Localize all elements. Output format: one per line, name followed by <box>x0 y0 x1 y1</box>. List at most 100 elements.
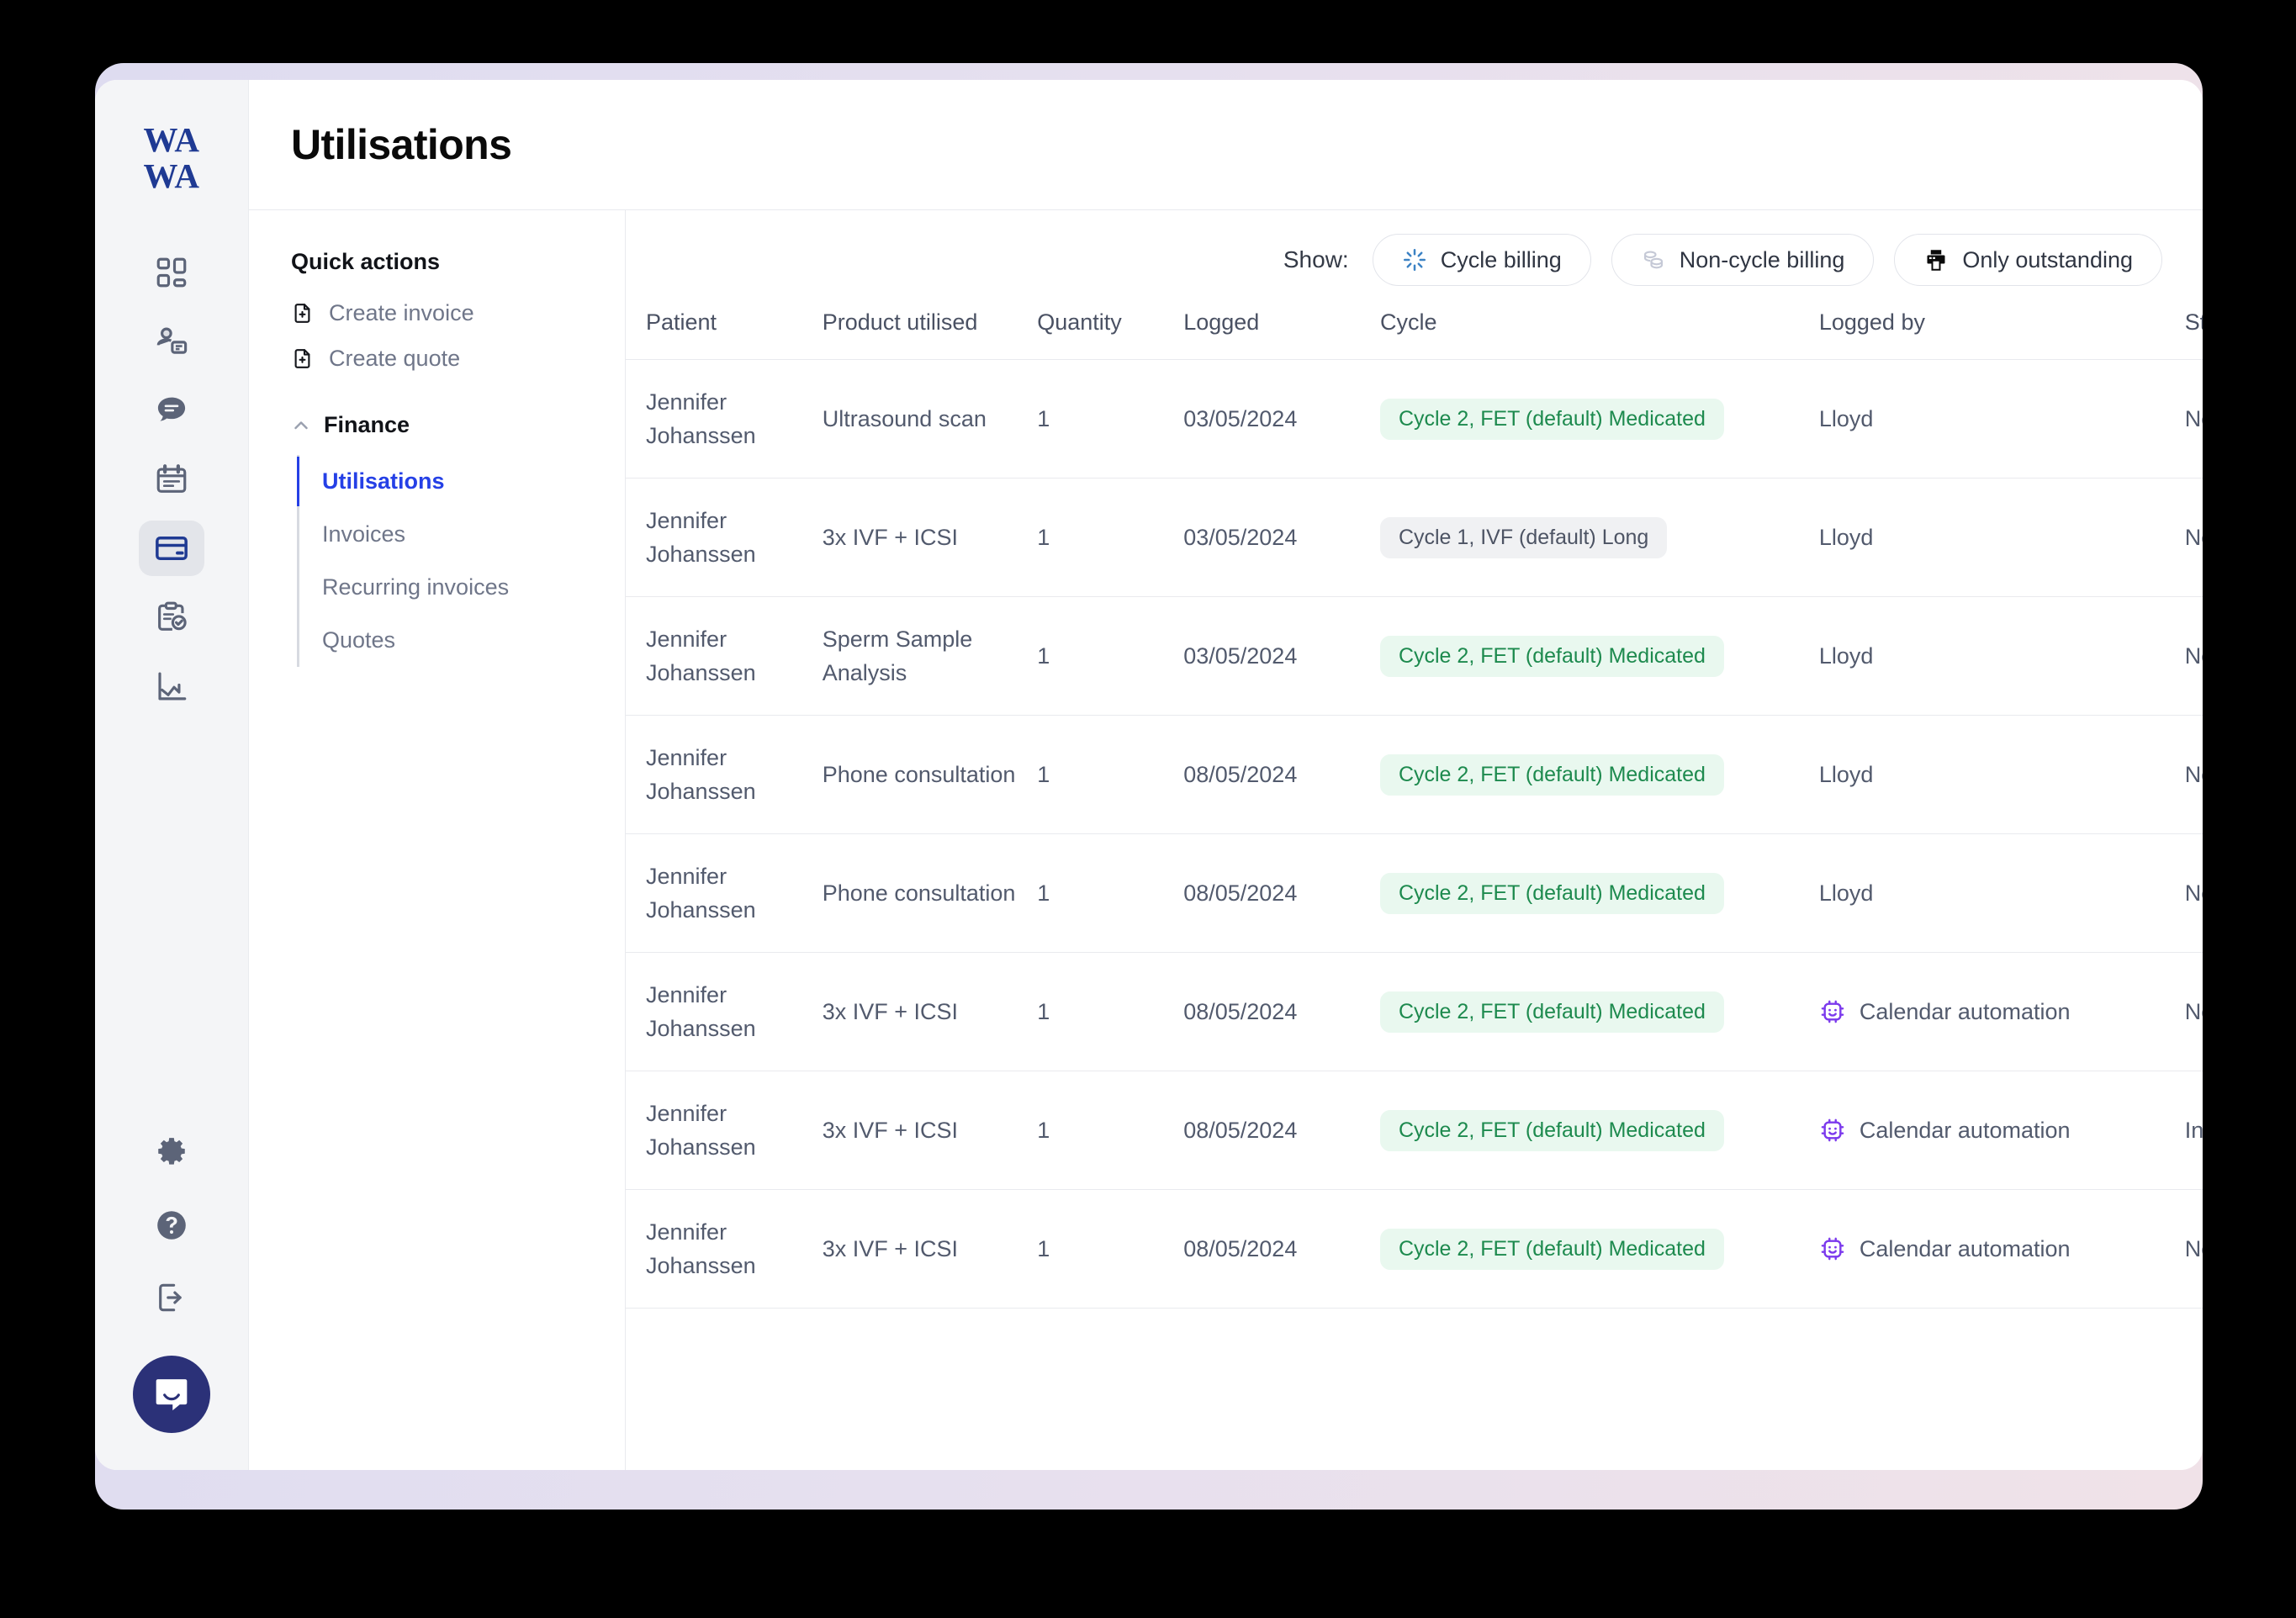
cycle-badge: Cycle 2, FET (default) Medicated <box>1380 1110 1724 1151</box>
cell-quantity: 1 <box>1037 834 1183 953</box>
table-scroll-container[interactable]: Patient Product utilised Quantity Logged… <box>626 309 2203 1470</box>
cell-cycle: Cycle 1, IVF (default) Long <box>1380 479 1819 597</box>
cell-product: 3x IVF + ICSI <box>823 1071 1038 1190</box>
column-header-cycle[interactable]: Cycle <box>1380 309 1819 360</box>
sidebar-item-utilisations[interactable]: Utilisations <box>299 455 625 508</box>
rail-item-messages[interactable] <box>139 383 204 438</box>
cell-product: 3x IVF + ICSI <box>823 479 1038 597</box>
filter-pill-non-cycle-billing[interactable]: Non-cycle billing <box>1611 234 1875 286</box>
cell-status: Not invoiced <box>2185 1190 2203 1309</box>
cell-status: Not invoiced <box>2185 597 2203 716</box>
finance-sub-nav: Utilisations Invoices Recurring invoices… <box>297 455 625 667</box>
cell-logged-by: Calendar automation <box>1819 953 2185 1071</box>
utilisations-table: Patient Product utilised Quantity Logged… <box>626 309 2203 1309</box>
table-row[interactable]: Jennifer Johanssen3x IVF + ICSI108/05/20… <box>626 1071 2203 1190</box>
column-header-quantity[interactable]: Quantity <box>1037 309 1183 360</box>
gear-icon <box>154 1135 189 1171</box>
column-header-status[interactable]: Status <box>2185 309 2203 360</box>
cell-quantity: 1 <box>1037 1190 1183 1309</box>
rail-item-help[interactable] <box>139 1204 204 1246</box>
cell-cycle: Cycle 2, FET (default) Medicated <box>1380 597 1819 716</box>
main-content-area: Show: Cycle billing <box>626 210 2203 1470</box>
column-header-logged[interactable]: Logged <box>1183 309 1380 360</box>
cell-patient: Jennifer Johanssen <box>626 953 823 1071</box>
robot-icon <box>1819 1235 1846 1262</box>
sidebar-item-invoices[interactable]: Invoices <box>299 508 625 561</box>
cell-cycle: Cycle 2, FET (default) Medicated <box>1380 1071 1819 1190</box>
table-row[interactable]: Jennifer JohanssenPhone consultation108/… <box>626 716 2203 834</box>
secondary-nav-panel: Quick actions Create invoice <box>249 210 626 1470</box>
rail-item-logout[interactable] <box>139 1277 204 1319</box>
table-row[interactable]: Jennifer Johanssen3x IVF + ICSI108/05/20… <box>626 1190 2203 1309</box>
brand-logo: WA WA <box>125 117 218 201</box>
column-header-patient[interactable]: Patient <box>626 309 823 360</box>
cell-cycle: Cycle 2, FET (default) Medicated <box>1380 834 1819 953</box>
quick-action-create-invoice[interactable]: Create invoice <box>291 300 625 326</box>
table-row[interactable]: Jennifer Johanssen3x IVF + ICSI108/05/20… <box>626 953 2203 1071</box>
column-header-product[interactable]: Product utilised <box>823 309 1038 360</box>
rail-item-tasks[interactable] <box>139 590 204 645</box>
cell-logged-by: Lloyd <box>1819 360 2185 479</box>
rail-item-calendar[interactable] <box>139 452 204 507</box>
cell-logged: 03/05/2024 <box>1183 360 1380 479</box>
file-plus-icon <box>291 302 314 325</box>
rail-item-patients[interactable] <box>139 314 204 369</box>
filter-pill-label: Cycle billing <box>1441 247 1562 273</box>
rail-item-settings[interactable] <box>139 1132 204 1174</box>
cell-product: Ultrasound scan <box>823 360 1038 479</box>
filter-pill-only-outstanding[interactable]: Only outstanding <box>1894 234 2162 286</box>
table-row[interactable]: Jennifer JohanssenPhone consultation108/… <box>626 834 2203 953</box>
logged-by-value: Lloyd <box>1819 880 1874 906</box>
sidebar-item-recurring-invoices[interactable]: Recurring invoices <box>299 561 625 614</box>
nav-group-label: Finance <box>324 412 410 438</box>
cell-quantity: 1 <box>1037 953 1183 1071</box>
table-row[interactable]: Jennifer JohanssenSperm Sample Analysis1… <box>626 597 2203 716</box>
cell-quantity: 1 <box>1037 597 1183 716</box>
filter-pill-cycle-billing[interactable]: Cycle billing <box>1373 234 1591 286</box>
page-title: Utilisations <box>291 120 511 169</box>
table-row[interactable]: Jennifer JohanssenUltrasound scan103/05/… <box>626 360 2203 479</box>
credit-card-icon <box>154 531 189 566</box>
cell-logged-by: Calendar automation <box>1819 1190 2185 1309</box>
cell-product: Sperm Sample Analysis <box>823 597 1038 716</box>
rail-item-dashboard[interactable] <box>139 245 204 300</box>
nav-group-finance[interactable]: Finance <box>291 412 625 438</box>
cell-logged: 08/05/2024 <box>1183 953 1380 1071</box>
cycle-badge: Cycle 1, IVF (default) Long <box>1380 517 1667 558</box>
cell-logged: 08/05/2024 <box>1183 834 1380 953</box>
cell-patient: Jennifer Johanssen <box>626 1071 823 1190</box>
page-header: Utilisations <box>249 80 2203 210</box>
cell-cycle: Cycle 2, FET (default) Medicated <box>1380 953 1819 1071</box>
logged-by-value: Calendar automation <box>1860 1236 2071 1262</box>
rail-item-reports[interactable] <box>139 658 204 714</box>
logged-by-value: Lloyd <box>1819 762 1874 787</box>
app-window: WA WA <box>95 80 2203 1470</box>
cell-logged-by: Lloyd <box>1819 479 2185 597</box>
table-header: Patient Product utilised Quantity Logged… <box>626 309 2203 360</box>
cell-patient: Jennifer Johanssen <box>626 479 823 597</box>
robot-icon <box>1819 998 1846 1025</box>
cell-product: 3x IVF + ICSI <box>823 1190 1038 1309</box>
intercom-support-button[interactable] <box>133 1356 210 1433</box>
clipboard-check-icon <box>154 600 189 635</box>
column-header-logged-by[interactable]: Logged by <box>1819 309 2185 360</box>
printer-icon <box>1923 247 1949 272</box>
sidebar-item-quotes[interactable]: Quotes <box>299 614 625 667</box>
logout-icon <box>154 1280 189 1315</box>
logged-by-automation: Calendar automation <box>1819 998 2185 1025</box>
brand-logo-line-1: WA <box>125 122 218 158</box>
logged-by-value: Calendar automation <box>1860 1118 2071 1144</box>
quick-action-label: Create quote <box>329 346 460 372</box>
rail-item-billing[interactable] <box>139 521 204 576</box>
logged-by-value: Lloyd <box>1819 643 1874 669</box>
table-header-row: Patient Product utilised Quantity Logged… <box>626 309 2203 360</box>
quick-action-create-quote[interactable]: Create quote <box>291 346 625 372</box>
table-row[interactable]: Jennifer Johanssen3x IVF + ICSI103/05/20… <box>626 479 2203 597</box>
coins-icon <box>1641 247 1666 272</box>
logged-by-value: Lloyd <box>1819 525 1874 550</box>
cell-cycle: Cycle 2, FET (default) Medicated <box>1380 1190 1819 1309</box>
cell-quantity: 1 <box>1037 479 1183 597</box>
cell-quantity: 1 <box>1037 716 1183 834</box>
cell-product: Phone consultation <box>823 834 1038 953</box>
cell-cycle: Cycle 2, FET (default) Medicated <box>1380 716 1819 834</box>
